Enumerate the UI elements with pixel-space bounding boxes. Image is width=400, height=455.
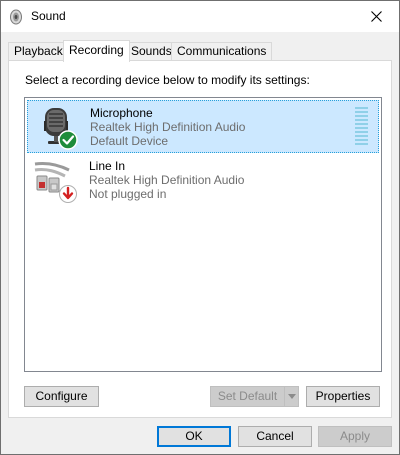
green-check-badge [58, 130, 78, 150]
tab-playback[interactable]: Playback [8, 42, 69, 60]
set-default-dropdown[interactable] [284, 386, 299, 407]
device-description: Realtek High Definition Audio [90, 120, 246, 134]
tab-sounds[interactable]: Sounds [125, 42, 178, 60]
ok-button[interactable]: OK [157, 426, 231, 447]
device-list[interactable]: Microphone Realtek High Definition Audio… [24, 97, 382, 372]
list-item-microphone[interactable]: Microphone Realtek High Definition Audio… [27, 100, 379, 153]
window-title: Sound [31, 9, 66, 23]
microphone-icon [44, 108, 78, 150]
set-default-button[interactable]: Set Default [210, 386, 285, 407]
device-status: Not plugged in [89, 187, 167, 201]
close-button[interactable] [353, 1, 399, 32]
device-description: Realtek High Definition Audio [89, 173, 245, 187]
close-icon [370, 11, 382, 22]
recording-tab-panel: Select a recording device below to modif… [8, 60, 392, 418]
cancel-button[interactable]: Cancel [238, 426, 312, 447]
properties-button[interactable]: Properties [306, 386, 380, 407]
configure-button[interactable]: Configure [24, 386, 99, 407]
sound-dialog: Sound Playback Recording Sounds Communic… [0, 0, 400, 455]
list-item-line-in[interactable]: Line In Realtek High Definition Audio No… [27, 154, 377, 205]
tab-recording[interactable]: Recording [63, 40, 130, 62]
speaker-app-icon [10, 9, 22, 25]
level-meter [355, 107, 368, 147]
device-name: Line In [89, 159, 126, 173]
title-bar[interactable]: Sound [1, 1, 399, 32]
device-name: Microphone [90, 106, 153, 120]
instruction-text: Select a recording device below to modif… [25, 73, 310, 87]
tab-communications[interactable]: Communications [171, 42, 273, 60]
chevron-down-icon [288, 394, 296, 399]
apply-button[interactable]: Apply [318, 426, 392, 447]
device-status: Default Device [90, 134, 169, 148]
line-in-cable-icon [34, 162, 77, 203]
